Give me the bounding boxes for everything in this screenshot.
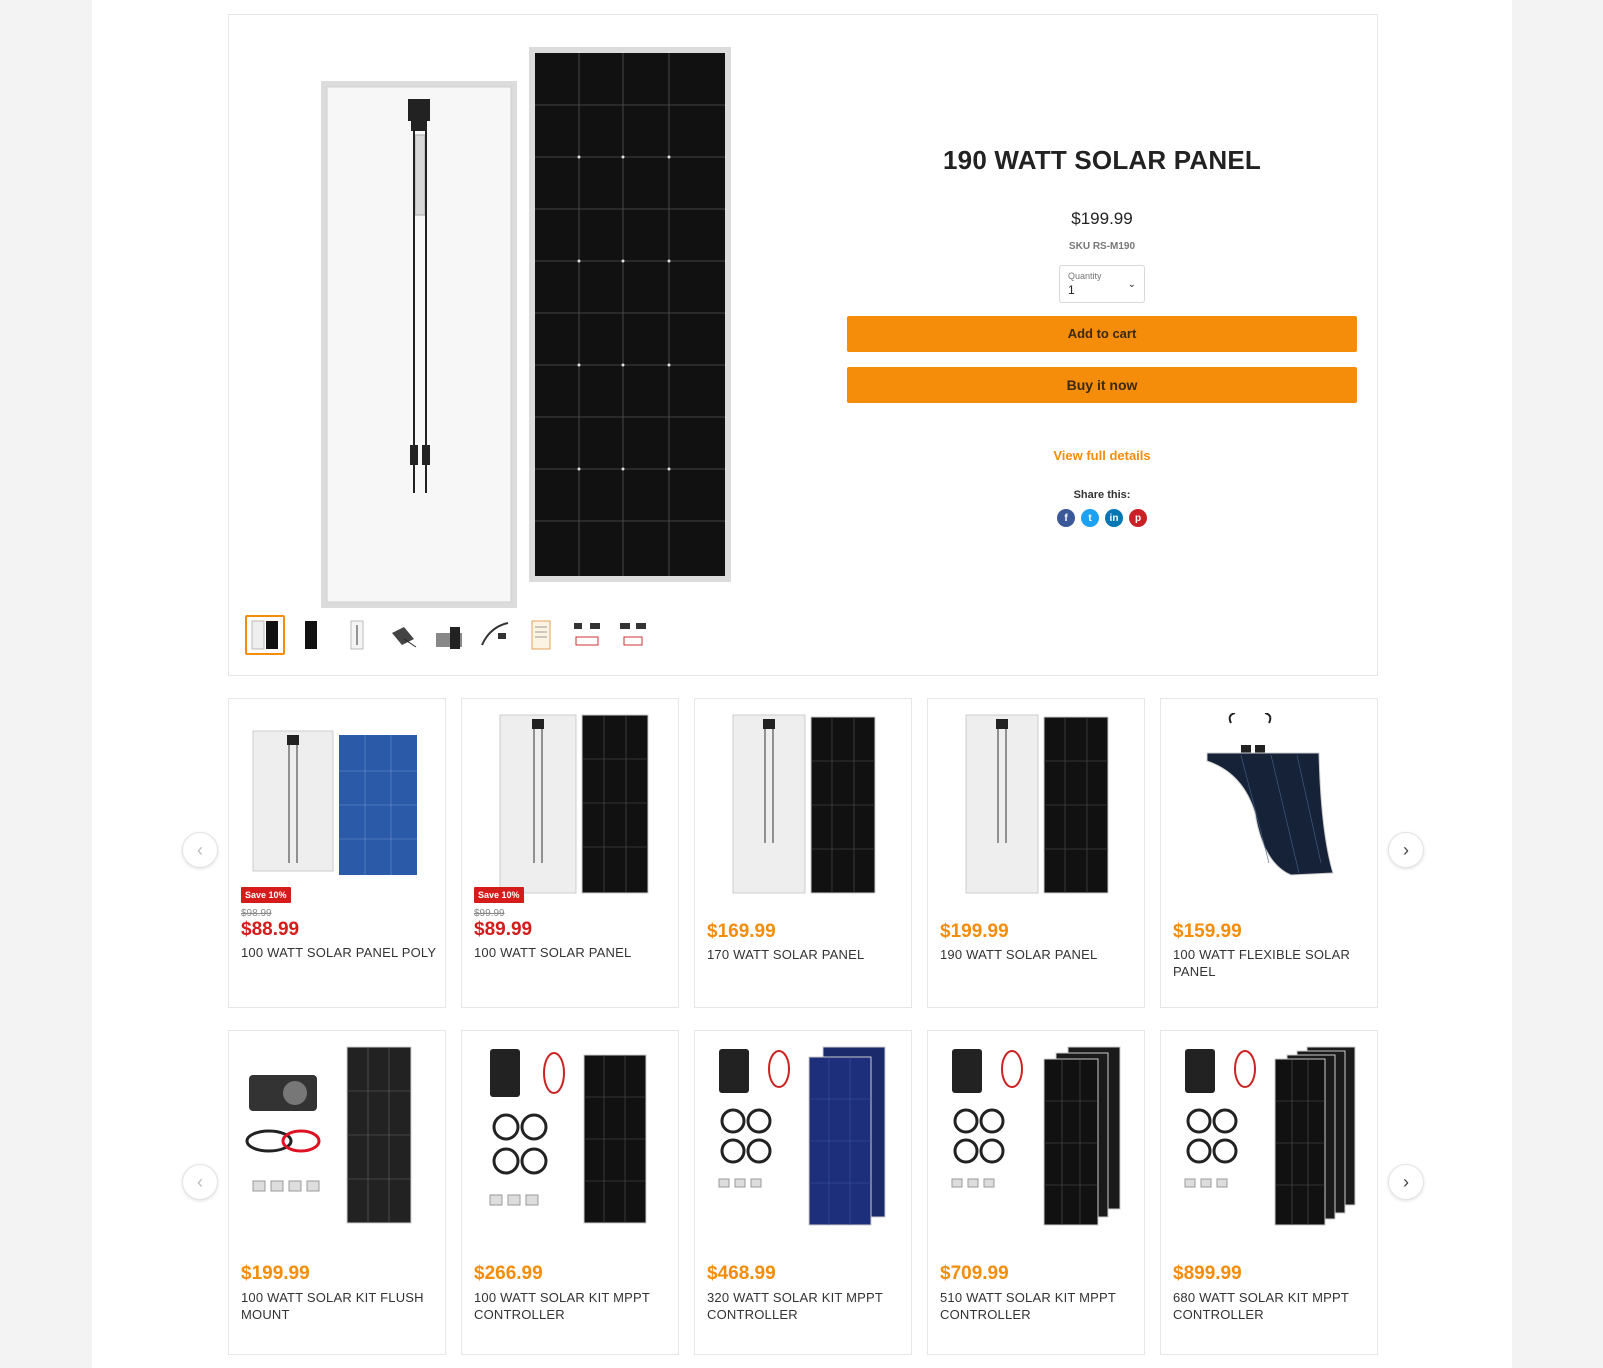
thumbnail[interactable] (475, 615, 515, 655)
product-image (718, 1046, 886, 1226)
product-name[interactable]: 510 WATT SOLAR KIT MPPT CONTROLLER (940, 1289, 1136, 1323)
product-price: $199.99 (241, 1263, 310, 1284)
pinterest-icon[interactable]: p (1129, 509, 1147, 527)
product-name[interactable]: 320 WATT SOLAR KIT MPPT CONTROLLER (707, 1289, 903, 1323)
product-price: $89.99 (474, 919, 533, 940)
thumbnail[interactable] (429, 615, 469, 655)
product-title: 190 WATT SOLAR PANEL (943, 145, 1261, 175)
product-sku: SKU RS-M190 (1068, 241, 1136, 252)
product-image (951, 1046, 1121, 1226)
product-price: $468.99 (707, 1263, 776, 1284)
product-price: $709.99 (940, 1263, 1009, 1284)
thumbnail[interactable] (291, 615, 331, 655)
product-card-item[interactable]: $199.99 100 WATT SOLAR KIT FLUSH MOUNT (228, 1030, 446, 1355)
thumbnail[interactable] (613, 615, 653, 655)
product-price: $159.99 (1173, 921, 1242, 942)
product-price: $169.99 (707, 921, 776, 942)
chevron-left-icon[interactable]: ‹ (182, 832, 218, 868)
chevron-right-icon[interactable]: › (1388, 832, 1424, 868)
product-image (245, 1046, 412, 1224)
product-card-item[interactable]: Save 10% $98.99 $88.99 100 WATT SOLAR PA… (228, 698, 446, 1008)
product-info: 190 WATT SOLAR PANEL $199.99 SKU RS-M190… (847, 15, 1357, 527)
product-image (1184, 1046, 1356, 1226)
product-card-item[interactable]: $169.99 170 WATT SOLAR PANEL (694, 698, 912, 1008)
thumbnail-strip (245, 615, 653, 655)
product-main-image[interactable] (319, 45, 739, 610)
product-card-item[interactable]: $266.99 100 WATT SOLAR KIT MPPT CONTROLL… (461, 1030, 679, 1355)
product-name[interactable]: 680 WATT SOLAR KIT MPPT CONTROLLER (1173, 1289, 1369, 1323)
product-image (1206, 713, 1334, 876)
product-name[interactable]: 100 WATT FLEXIBLE SOLAR PANEL (1173, 946, 1369, 980)
compare-price: $99.99 (474, 908, 505, 919)
sale-badge: Save 10% (474, 887, 524, 903)
product-card-item[interactable]: Save 10% $99.99 $89.99 100 WATT SOLAR PA… (461, 698, 679, 1008)
related-products-carousel: ‹ Save 10% $98.99 $88.99 100 WATT SOLAR … (182, 698, 1424, 1008)
quantity-value: 1 (1068, 283, 1075, 297)
compare-price: $98.99 (241, 908, 272, 919)
product-price: $199.99 (1071, 209, 1133, 228)
product-card-item[interactable]: $159.99 100 WATT FLEXIBLE SOLAR PANEL (1160, 698, 1378, 1008)
twitter-icon[interactable]: t (1081, 509, 1099, 527)
product-card-item[interactable]: $199.99 190 WATT SOLAR PANEL (927, 698, 1145, 1008)
product-price: $199.99 (940, 921, 1009, 942)
quantity-label: Quantity (1068, 271, 1102, 281)
quantity-select[interactable]: Quantity 1 ⌄ (1059, 265, 1145, 303)
product-name[interactable]: 170 WATT SOLAR PANEL (707, 946, 903, 963)
product-name[interactable]: 100 WATT SOLAR KIT FLUSH MOUNT (241, 1289, 437, 1323)
chevron-right-icon[interactable]: › (1388, 1164, 1424, 1200)
product-image (732, 714, 876, 894)
product-image (489, 1049, 647, 1224)
solar-kits-carousel: ‹ $199.99 100 WATT SOLAR KIT FLUSH MOUNT (182, 1030, 1424, 1355)
product-name[interactable]: 190 WATT SOLAR PANEL (940, 946, 1136, 963)
product-name[interactable]: 100 WATT SOLAR KIT MPPT CONTROLLER (474, 1289, 670, 1323)
sale-badge: Save 10% (241, 887, 291, 903)
product-name[interactable]: 100 WATT SOLAR PANEL POLY (241, 944, 437, 961)
chevron-down-icon: ⌄ (1127, 279, 1136, 290)
product-name[interactable]: 100 WATT SOLAR PANEL (474, 944, 670, 961)
add-to-cart-button[interactable]: Add to cart (847, 316, 1357, 352)
thumbnail[interactable] (521, 615, 561, 655)
facebook-icon[interactable]: f (1057, 509, 1075, 527)
product-price: $899.99 (1173, 1263, 1242, 1284)
product-card-item[interactable]: $709.99 510 WATT SOLAR KIT MPPT CONTROLL… (927, 1030, 1145, 1355)
product-price: $266.99 (474, 1263, 543, 1284)
thumbnail[interactable] (567, 615, 607, 655)
view-full-details-link[interactable]: View full details (847, 448, 1357, 463)
buy-now-button[interactable]: Buy it now (847, 367, 1357, 403)
product-image (252, 730, 417, 875)
product-card: 190 WATT SOLAR PANEL $199.99 SKU RS-M190… (228, 14, 1378, 676)
share-icons: f t in p (847, 509, 1357, 527)
product-price: $88.99 (241, 919, 300, 940)
thumbnail[interactable] (337, 615, 377, 655)
product-image (965, 714, 1109, 894)
thumbnail[interactable] (383, 615, 423, 655)
linkedin-icon[interactable]: in (1105, 509, 1123, 527)
product-card-item[interactable]: $899.99 680 WATT SOLAR KIT MPPT CONTROLL… (1160, 1030, 1378, 1355)
thumbnail[interactable] (245, 615, 285, 655)
product-card-item[interactable]: $468.99 320 WATT SOLAR KIT MPPT CONTROLL… (694, 1030, 912, 1355)
chevron-left-icon[interactable]: ‹ (182, 1164, 218, 1200)
product-image (499, 714, 649, 894)
share-label: Share this: (1073, 489, 1131, 501)
